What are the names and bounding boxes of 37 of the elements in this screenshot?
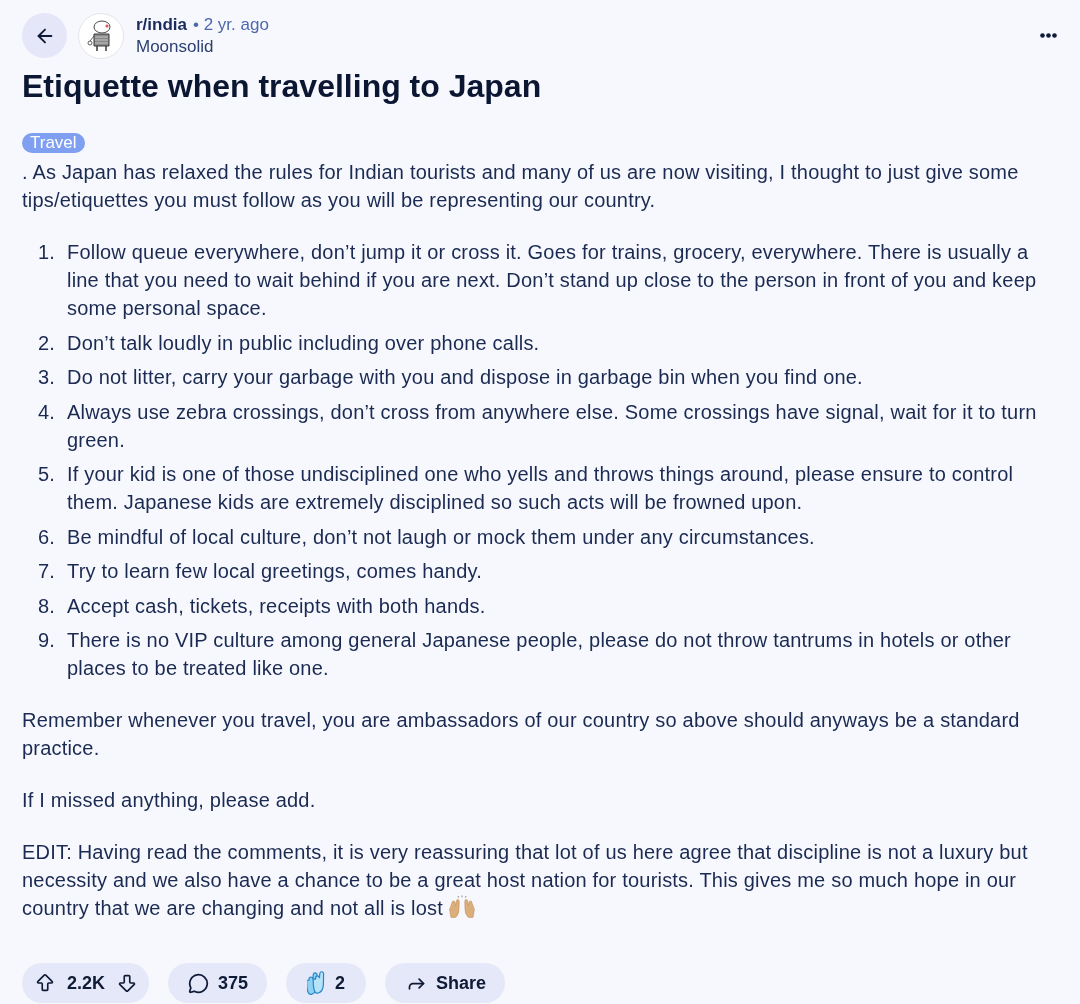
body-paragraph: Remember whenever you travel, you are ambassadors of our country so above should anyways be a standard practice.	[22, 709, 1020, 759]
award-button[interactable]: 2	[286, 963, 367, 1003]
list-item-text: Follow queue everywhere, don’t jump it or cross it. Goes for trains, grocery, everywhere. There is usually a line that you need to wait behind if you are next. Don’t stand up close to the person in front of you and keep some personal space.	[67, 240, 1038, 321]
post-title: Etiquette when travelling to Japan	[22, 68, 543, 104]
list-number: 9.	[36, 628, 55, 653]
comments-button[interactable]: 375	[168, 963, 268, 1003]
author-link[interactable]: Moonsolid	[136, 35, 269, 58]
list-item-text: If your kid is one of those undisciplined one who yells and throws things around, please ensure to control them. Japanese kids are extremely disciplined so such acts will be frowned upon.	[67, 462, 1015, 515]
list-item-text: Accept cash, tickets, receipts with both hands.	[67, 593, 486, 619]
avatar-icon	[78, 12, 124, 59]
more-options-icon	[1039, 33, 1057, 38]
list-number: 5.	[36, 462, 55, 487]
body-paragraph: . As Japan has relaxed the rules for Indian tourists and many of us are now visiting, I thought to just give some tips/etiquettes you must follow as you will be representing our country.	[22, 161, 1019, 211]
comment-bubble-icon	[188, 972, 210, 994]
list-item-text: There is no VIP culture among general Japanese people, please do not throw tantrums in hotels or other places to be treated like one.	[67, 628, 1012, 681]
vote-count: 2.2K	[67, 971, 106, 995]
list-number: 1.	[36, 240, 55, 265]
upvote-button[interactable]	[34, 972, 56, 994]
clapping-hands-icon	[307, 971, 327, 995]
post-age: • 2 yr. ago	[193, 13, 269, 36]
list-item-text: Do not litter, carry your garbage with you and dispose in garbage bin when you find one.	[67, 365, 863, 390]
list-item-text: Don’t talk loudly in public including over phone calls.	[67, 330, 540, 356]
list-number: 6.	[36, 524, 55, 550]
subreddit-link[interactable]: r/india	[136, 11, 187, 38]
share-button[interactable]: Share	[385, 963, 506, 1003]
list-item-text: Be mindful of local culture, don’t not laugh or mock them under any circumstances.	[67, 524, 815, 550]
back-button[interactable]	[22, 13, 67, 58]
list-item-text: Always use zebra crossings, don’t cross from anywhere else. Some crossings have signal, wait for it to turn green.	[67, 399, 1038, 453]
list-number: 4.	[36, 399, 55, 425]
list-number: 8.	[36, 593, 55, 619]
list-number: 2.	[36, 330, 55, 356]
body-paragraph: If I missed anything, please add.	[22, 789, 316, 811]
list-number: 7.	[36, 559, 55, 584]
upvote-icon	[34, 972, 56, 994]
list-item-text: Try to learn few local greetings, comes handy.	[67, 559, 482, 584]
list-number: 3.	[36, 365, 55, 390]
body-paragraph: EDIT: Having read the comments, it is very reassuring that lot of us here agree that discipline is not a luxury but necessity and we also have a chance to be a great host nation for tourists. This gives me so much hope in our country that we are changing and not all is lost	[22, 841, 1028, 919]
